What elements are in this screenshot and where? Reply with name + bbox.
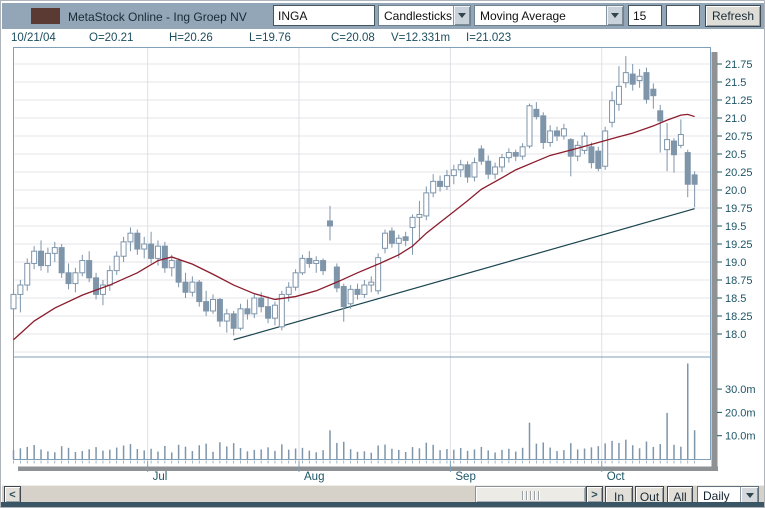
month-label: Oct <box>607 471 626 483</box>
svg-text:21.5: 21.5 <box>725 77 746 89</box>
svg-text:30.0m: 30.0m <box>725 384 756 396</box>
gridlines <box>14 48 710 460</box>
month-label: Sep <box>455 471 475 483</box>
thumb-grip-icon <box>522 491 540 500</box>
svg-text:18.75: 18.75 <box>725 275 753 287</box>
svg-text:20.0m: 20.0m <box>725 407 756 419</box>
scrollbar-thumb[interactable] <box>475 486 586 503</box>
candles <box>10 56 698 336</box>
svg-text:19.25: 19.25 <box>725 239 753 251</box>
scroll-left-button[interactable]: < <box>4 486 21 503</box>
svg-text:18.5: 18.5 <box>725 293 746 305</box>
month-label: Jul <box>153 471 168 483</box>
chevron-down-icon <box>745 493 754 498</box>
volume-axis: 30.0m 20.0m 10.0m <box>717 384 756 443</box>
svg-text:10.0m: 10.0m <box>725 431 756 443</box>
candlestick-volume-chart: 21.75 21.5 21.25 21.0 20.75 20.5 20.25 20.0 19.7… <box>10 47 756 483</box>
svg-text:19.75: 19.75 <box>725 203 753 215</box>
time-axis: Jul Aug Sep Oct <box>13 460 696 483</box>
svg-text:19.0: 19.0 <box>725 257 746 269</box>
metastock-window: MetaStock Online - Ing Groep NV INGA Can… <box>0 0 765 508</box>
svg-text:20.5: 20.5 <box>725 149 746 161</box>
volume-bars <box>12 363 696 459</box>
scroll-right-button[interactable]: > <box>586 486 603 503</box>
svg-text:21.75: 21.75 <box>725 59 753 71</box>
window-bottom-edge <box>1 502 764 507</box>
svg-text:18.0: 18.0 <box>725 329 746 341</box>
svg-text:21.25: 21.25 <box>725 95 753 107</box>
svg-text:19.5: 19.5 <box>725 221 746 233</box>
svg-text:20.0: 20.0 <box>725 185 746 197</box>
price-axis: 21.75 21.5 21.25 21.0 20.75 20.5 20.25 20.0 19.7… <box>717 59 753 341</box>
svg-text:18.25: 18.25 <box>725 311 753 323</box>
svg-text:20.25: 20.25 <box>725 167 753 179</box>
svg-text:20.75: 20.75 <box>725 131 753 143</box>
month-label: Aug <box>304 471 324 483</box>
svg-text:21.0: 21.0 <box>725 113 746 125</box>
